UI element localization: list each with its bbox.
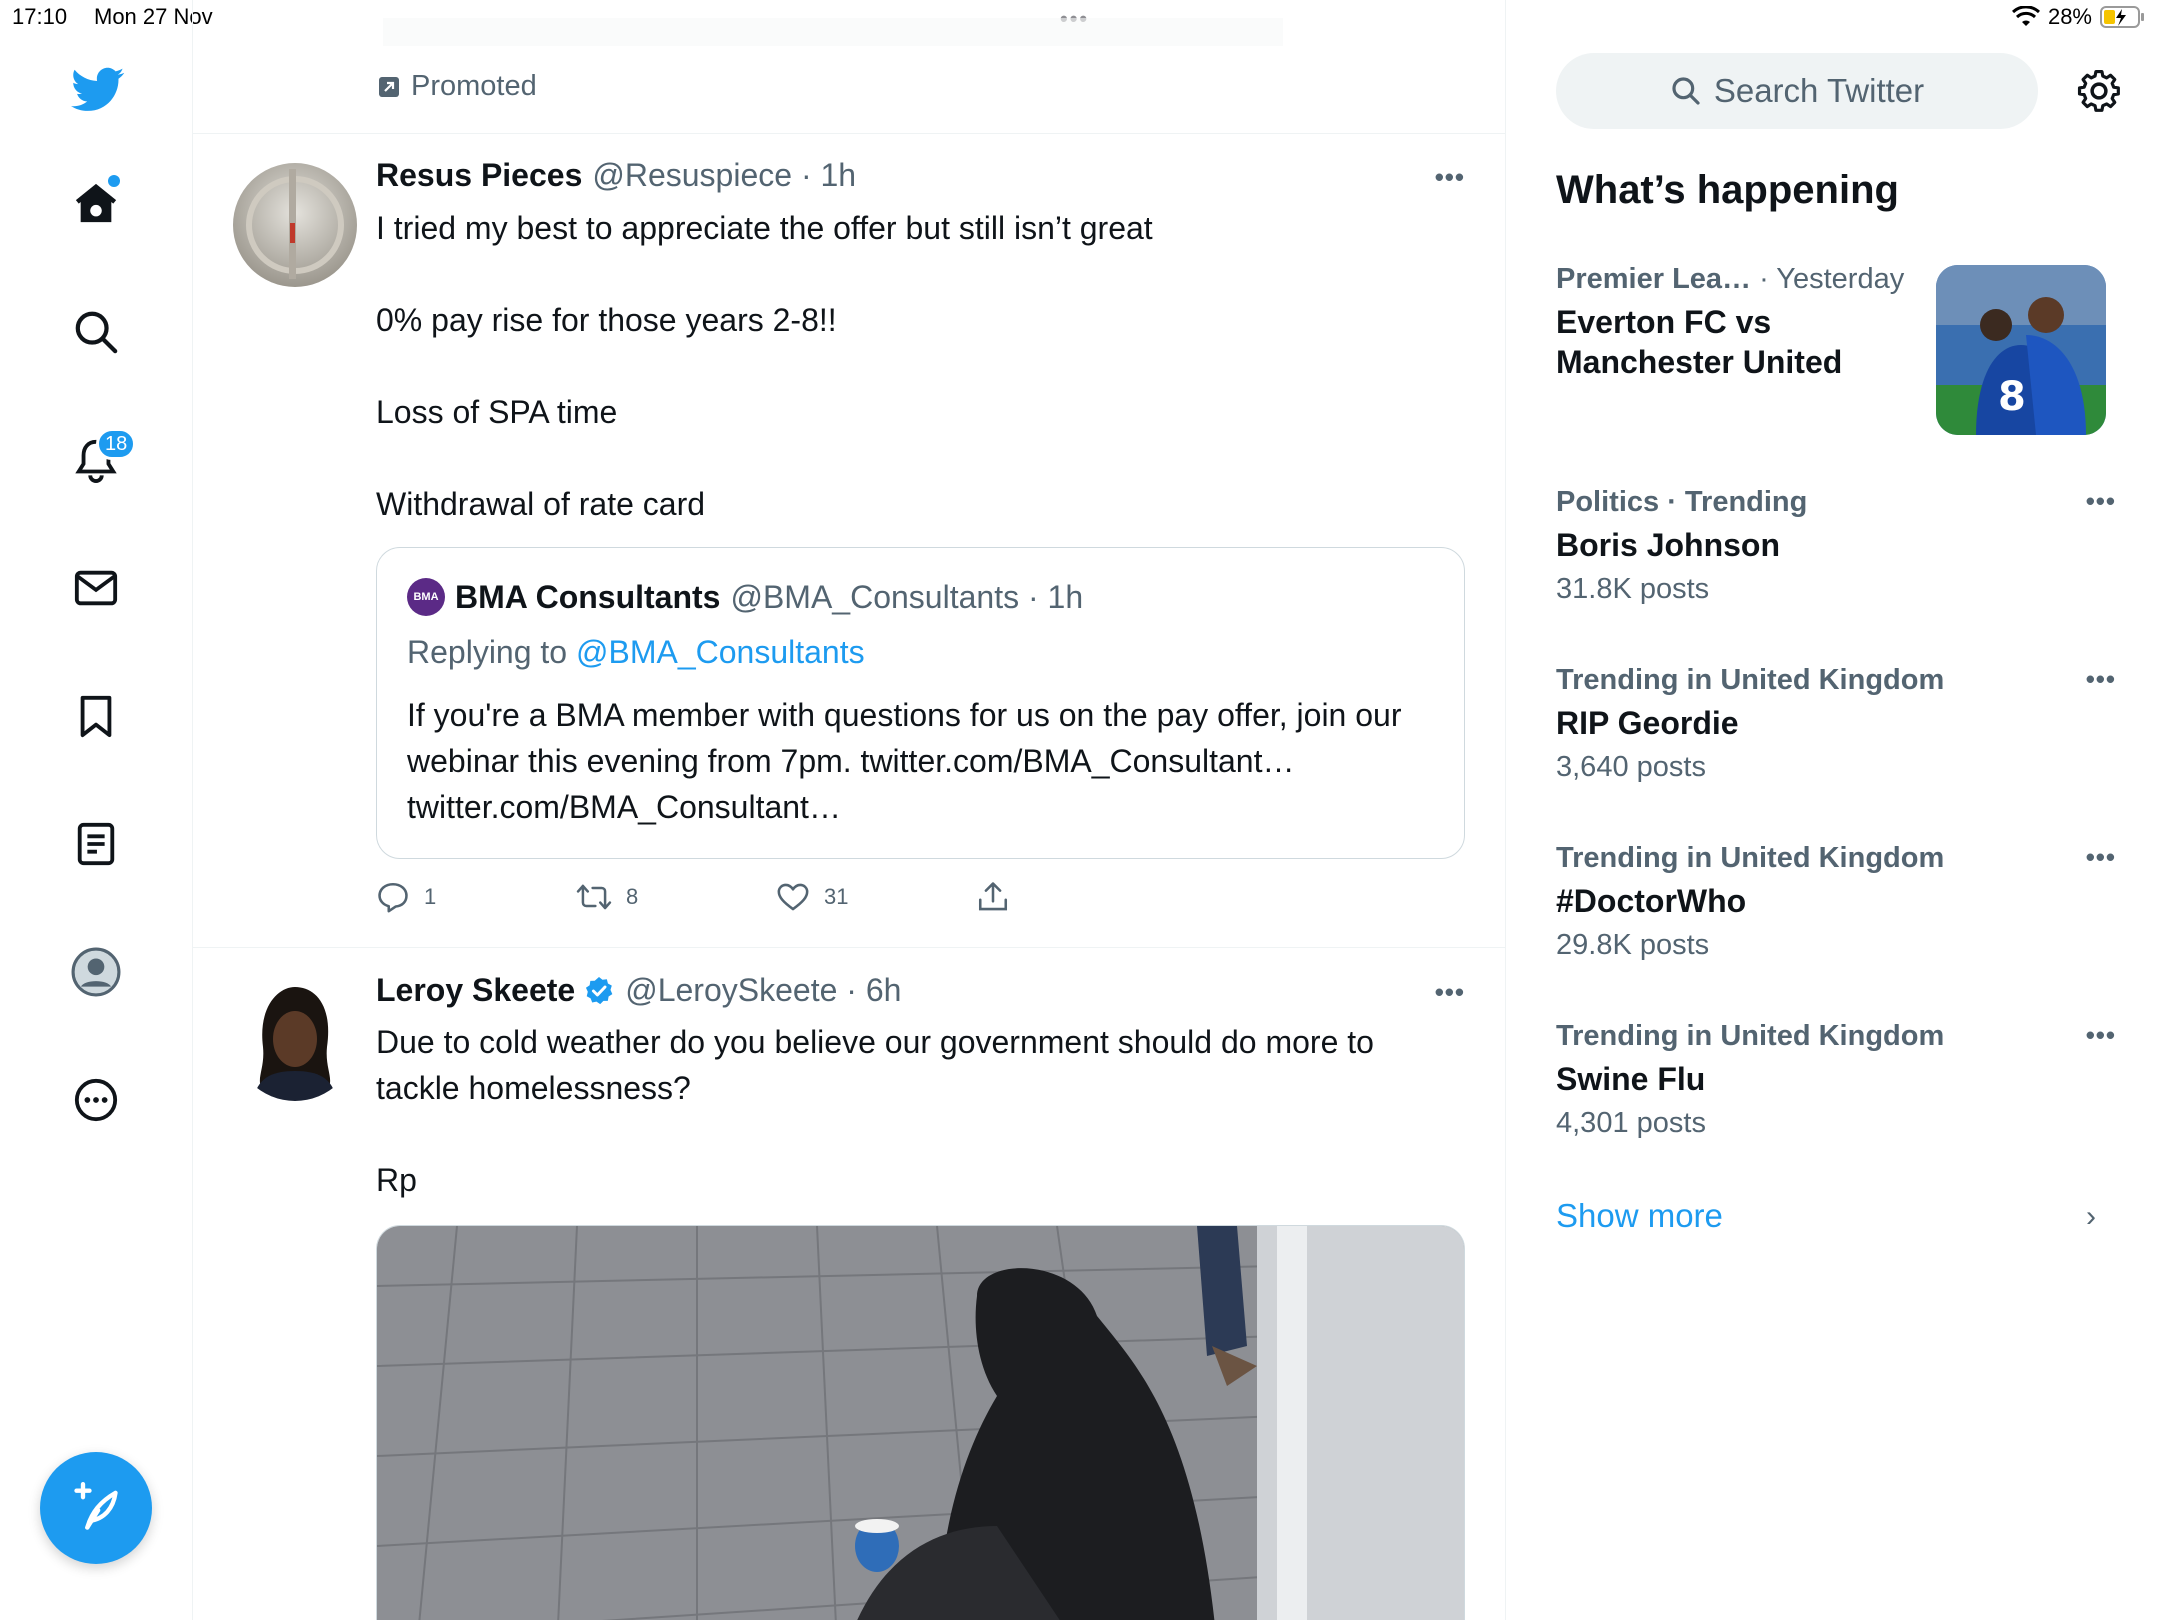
tweet-header: Leroy Skeete @LeroySkeete · 6h	[376, 972, 901, 1009]
search-icon	[1670, 75, 1702, 107]
show-more-link[interactable]: Show more	[1556, 1197, 1723, 1235]
compose-tweet-button[interactable]	[40, 1452, 152, 1564]
trend-post-count: 3,640 posts	[1556, 751, 1706, 783]
trend-context: Premier Lea… · Yesterday	[1556, 263, 1926, 296]
profile-icon[interactable]	[66, 942, 126, 1002]
trend-headline: Everton FC vs Manchester United	[1556, 304, 1843, 380]
promoted-label: Promoted	[377, 70, 537, 103]
tweet-line: I tried my best to appreciate the offer …	[376, 210, 1153, 246]
retweet-count: 8	[626, 884, 639, 909]
tweet-actions: 1 8 31	[376, 880, 1076, 916]
trend-post-count: 4,301 posts	[1556, 1107, 1706, 1139]
reply-count: 1	[424, 884, 437, 909]
quoted-author-name[interactable]: BMA Consultants	[455, 579, 720, 616]
promoted-text: Promoted	[411, 70, 537, 102]
trend-item[interactable]: Trending in United Kingdom RIP Geordie 3…	[1556, 664, 2116, 784]
replying-prefix: Replying to	[407, 634, 568, 670]
mail-icon[interactable]	[66, 558, 126, 618]
compose-icon	[70, 1482, 122, 1534]
trend-more-button[interactable]: •••	[2086, 486, 2116, 517]
author-handle-time[interactable]: @Resuspiece · 1h	[592, 157, 856, 194]
tweet-divider	[193, 947, 1505, 948]
avatar[interactable]	[233, 977, 357, 1101]
tweet-line: 0% pay rise for those years 2-8!!	[376, 302, 837, 338]
left-nav: 18	[0, 0, 193, 1620]
author-name[interactable]: Resus Pieces	[376, 157, 582, 194]
trend-category: Premier Lea…	[1556, 263, 1752, 295]
tweet-line: Due to cold weather do you believe our g…	[376, 1024, 1374, 1106]
bookmark-icon[interactable]	[66, 686, 126, 746]
search-input[interactable]: Search Twitter	[1556, 53, 2038, 129]
trend-thumbnail[interactable]: 8	[1936, 265, 2106, 435]
replying-to: Replying to @BMA_Consultants	[407, 634, 865, 671]
settings-button[interactable]	[2076, 68, 2122, 114]
author-name[interactable]: Leroy Skeete	[376, 972, 575, 1009]
trend-context: Politics · Trending	[1556, 486, 1808, 518]
previous-tweet-actions-faded	[383, 18, 1283, 46]
avatar[interactable]	[233, 163, 357, 287]
quoted-tweet[interactable]: BMA BMA Consultants @BMA_Consultants · 1…	[376, 547, 1465, 859]
tweet-line: Loss of SPA time	[376, 394, 618, 430]
notifications-badge: 18	[96, 428, 137, 460]
tweet-divider	[193, 133, 1505, 134]
more-icon[interactable]	[66, 1070, 126, 1130]
share-button[interactable]	[976, 880, 1010, 914]
trend-item[interactable]: Premier Lea… · Yesterday Everton FC vs M…	[1556, 263, 1926, 382]
trend-more-button[interactable]: •••	[2086, 842, 2116, 873]
tweet-text: Due to cold weather do you believe our g…	[376, 1019, 1466, 1203]
twitter-bird-icon[interactable]	[68, 60, 128, 120]
quoted-author-handle-time[interactable]: @BMA_Consultants · 1h	[730, 579, 1083, 616]
share-icon	[976, 880, 1010, 914]
quoted-tweet-header: BMA BMA Consultants @BMA_Consultants · 1…	[407, 578, 1083, 616]
trend-context: Trending in United Kingdom	[1556, 842, 1945, 874]
trend-item[interactable]: Trending in United Kingdom #DoctorWho 29…	[1556, 842, 2116, 962]
trend-context: Trending in United Kingdom	[1556, 1020, 1945, 1052]
heart-icon	[776, 880, 810, 914]
verified-badge-icon	[583, 975, 615, 1007]
tweet-more-button[interactable]: •••	[1435, 977, 1465, 1008]
search-icon[interactable]	[66, 302, 126, 362]
lists-icon[interactable]	[66, 814, 126, 874]
chevron-right-icon: ›	[2086, 1200, 2096, 1233]
trend-item[interactable]: Trending in United Kingdom Swine Flu 4,3…	[1556, 1020, 2116, 1140]
trend-context: Trending in United Kingdom	[1556, 664, 1945, 696]
trend-headline: Boris Johnson	[1556, 527, 1781, 563]
like-count: 31	[824, 884, 849, 909]
trend-more-button[interactable]: •••	[2086, 664, 2116, 695]
whats-happening-title: What’s happening	[1556, 168, 1899, 212]
author-handle-time[interactable]: @LeroySkeete · 6h	[625, 972, 901, 1009]
replying-to-link[interactable]: @BMA_Consultants	[576, 634, 865, 670]
trend-more-button[interactable]: •••	[2086, 1020, 2116, 1051]
like-button[interactable]: 31	[776, 880, 848, 914]
reply-icon	[376, 880, 410, 914]
trend-headline: RIP Geordie	[1556, 705, 1739, 741]
quoted-tweet-text: If you're a BMA member with questions fo…	[407, 697, 1402, 825]
search-placeholder: Search Twitter	[1713, 72, 1925, 109]
trend-headline: Swine Flu	[1556, 1061, 1706, 1097]
tweet-header: Resus Pieces @Resuspiece · 1h	[376, 157, 856, 194]
tweet-more-button[interactable]: •••	[1435, 162, 1465, 193]
trend-time: · Yesterday	[1759, 263, 1905, 295]
tweet-line: Withdrawal of rate card	[376, 486, 706, 522]
trend-headline: #DoctorWho	[1556, 883, 1747, 919]
trend-item[interactable]: Politics · Trending Boris Johnson 31.8K …	[1556, 486, 2116, 606]
svg-text:8: 8	[1998, 374, 2026, 420]
trend-post-count: 31.8K posts	[1556, 573, 1710, 605]
home-icon[interactable]	[66, 173, 126, 233]
gear-icon	[2076, 68, 2122, 114]
new-content-dot	[108, 175, 120, 187]
trend-post-count: 29.8K posts	[1556, 929, 1710, 961]
retweet-button[interactable]: 8	[576, 880, 638, 914]
retweet-icon	[576, 880, 612, 914]
right-sidebar: Search Twitter What’s happening Premier …	[1506, 0, 2160, 1620]
promoted-icon	[377, 75, 401, 99]
tweet-line: Rp	[376, 1162, 417, 1198]
bma-avatar[interactable]: BMA	[407, 578, 445, 616]
timeline: Promoted Resus Pieces @Resuspiece · 1h •…	[193, 0, 1506, 1620]
tweet-text: I tried my best to appreciate the offer …	[376, 205, 1456, 527]
bell-icon[interactable]: 18	[66, 428, 137, 490]
tweet-photo[interactable]	[376, 1225, 1465, 1620]
reply-button[interactable]: 1	[376, 880, 436, 914]
